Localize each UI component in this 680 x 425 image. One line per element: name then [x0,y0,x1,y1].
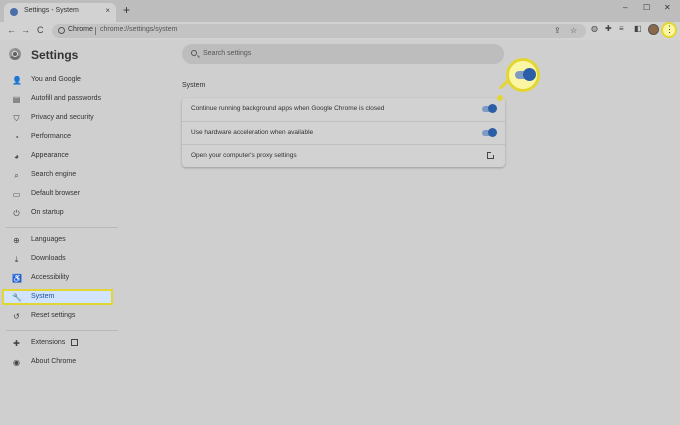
sidebar-item-label: Autofill and passwords [31,95,102,102]
tab-strip: Settings - System × + – ☐ ✕ [0,0,680,22]
reload-button[interactable]: C [37,25,44,35]
palette-icon: ◕ [14,152,19,161]
sidebar-item-label: You and Google [31,76,81,83]
sidebar-divider [6,227,118,228]
puzzle-extensions-icon[interactable]: ✚ [605,24,612,33]
sidebar-item-appearance[interactable]: ◕ Appearance [0,149,118,165]
sidebar-item-downloads[interactable]: ⤓ Downloads [0,252,118,268]
sidebar-item-default-browser[interactable]: ▭ Default browser [0,187,118,203]
back-button[interactable]: ← [7,25,16,35]
new-tab-button[interactable]: + [123,3,130,17]
sidebar-item-label: Default browser [31,190,81,197]
accessibility-icon: ♿ [12,274,22,283]
person-icon: 👤 [12,76,22,85]
sidebar-item-label: About Chrome [31,358,77,365]
extension-icon[interactable]: ◍ [591,24,598,33]
proxy-settings-label: Open your computer's proxy settings [191,152,297,159]
sidebar-item-accessibility[interactable]: ♿ Accessibility [0,271,118,287]
background-apps-toggle[interactable] [482,104,497,113]
sidebar-item-extensions[interactable]: ✚ Extensions [0,336,118,352]
hardware-acceleration-label: Use hardware acceleration when available [191,129,314,136]
performance-icon: ◔ [14,133,19,142]
sidebar-item-privacy-and-security[interactable]: ⛉ Privacy and security [0,111,118,127]
sidebar-item-reset-settings[interactable]: ↺ Reset settings [0,309,118,325]
search-settings-input[interactable]: Search settings [182,44,504,64]
sidebar-item-label: Performance [31,133,72,140]
shield-icon: ⛉ [13,114,20,123]
bookmark-star-icon[interactable]: ☆ [570,26,577,35]
sidebar-item-label: Downloads [31,255,66,262]
section-title: System [182,82,206,89]
background-apps-row[interactable]: Continue running background apps when Go… [182,98,505,121]
sidebar-item-search-engine[interactable]: ⌕ Search engine [0,168,118,184]
site-label: Chrome [68,26,93,33]
hardware-acceleration-toggle[interactable] [482,128,497,137]
globe-icon: ⊕ [13,236,20,245]
sidebar-item-about-chrome[interactable]: ◉ About Chrome [0,355,118,371]
callout-dot [497,95,503,101]
sidebar-item-label: Search engine [31,171,77,178]
sidebar-item-you-and-google[interactable]: 👤 You and Google [0,73,118,89]
chrome-site-icon [58,27,65,34]
share-icon[interactable]: ⇪ [554,26,561,35]
more-menu-icon[interactable]: ⋮ [665,24,674,34]
browser-window: Settings - System × + – ☐ ✕ ← → C Chrome… [0,0,680,425]
puzzle-icon: ✚ [13,339,20,348]
sidebar-item-label: Reset settings [31,312,76,319]
download-icon: ⤓ [14,255,19,264]
search-icon [191,50,197,56]
minimize-button[interactable]: – [623,3,627,12]
power-icon: ⏻ [13,209,20,218]
system-settings-card: Continue running background apps when Go… [182,98,505,167]
sidebar-item-performance[interactable]: ◔ Performance [0,130,118,146]
tab-title: Settings - System [24,7,79,14]
sidebar-item-label: System [31,293,55,300]
reset-icon: ↺ [13,312,20,321]
reading-list-icon[interactable]: ≡ [619,24,624,33]
tab-settings-system[interactable]: Settings - System × [4,3,116,22]
sidebar-item-label: Languages [31,236,66,243]
sidebar-item-system[interactable]: 🔧 System [0,290,118,306]
sidebar-item-label: Extensions [31,339,66,346]
toggle-zoom-callout [506,58,540,92]
address-bar[interactable]: Chrome chrome://settings/system ⇪ ☆ [52,24,586,38]
chrome-logo-icon [9,48,21,60]
external-link-icon[interactable] [487,151,495,159]
side-panel-icon[interactable]: ◧ [634,24,642,33]
sidebar-item-autofill-and-passwords[interactable]: ▤ Autofill and passwords [0,92,118,108]
address-divider [95,27,96,35]
open-in-new-icon [71,339,78,346]
url-text[interactable]: chrome://settings/system [100,26,177,33]
sidebar-divider-2 [6,330,118,331]
chrome-icon: ◉ [13,358,20,367]
proxy-settings-row[interactable]: Open your computer's proxy settings [182,144,505,168]
wrench-icon: 🔧 [12,293,22,302]
page-title: Settings [31,48,79,62]
browser-toolbar: ← → C Chrome chrome://settings/system ⇪ … [0,22,680,40]
sidebar-item-label: On startup [31,209,64,216]
profile-avatar[interactable] [648,24,659,35]
search-placeholder: Search settings [203,50,252,57]
autofill-icon: ▤ [12,95,21,104]
forward-button[interactable]: → [21,25,30,35]
sidebar-item-label: Appearance [31,152,69,159]
browser-icon: ▭ [12,190,21,199]
sidebar-item-languages[interactable]: ⊕ Languages [0,233,118,249]
search-icon: ⌕ [14,171,19,180]
tab-close-icon[interactable]: × [105,6,110,15]
hardware-acceleration-row[interactable]: Use hardware acceleration when available [182,121,505,145]
sidebar-item-label: Privacy and security [31,114,94,121]
zoomed-toggle-icon [515,68,536,81]
sidebar-item-label: Accessibility [31,274,70,281]
maximize-button[interactable]: ☐ [643,3,650,12]
sidebar-item-on-startup[interactable]: ⏻ On startup [0,206,118,222]
settings-favicon-icon [10,8,18,16]
background-apps-label: Continue running background apps when Go… [191,105,385,112]
close-window-button[interactable]: ✕ [664,3,671,12]
